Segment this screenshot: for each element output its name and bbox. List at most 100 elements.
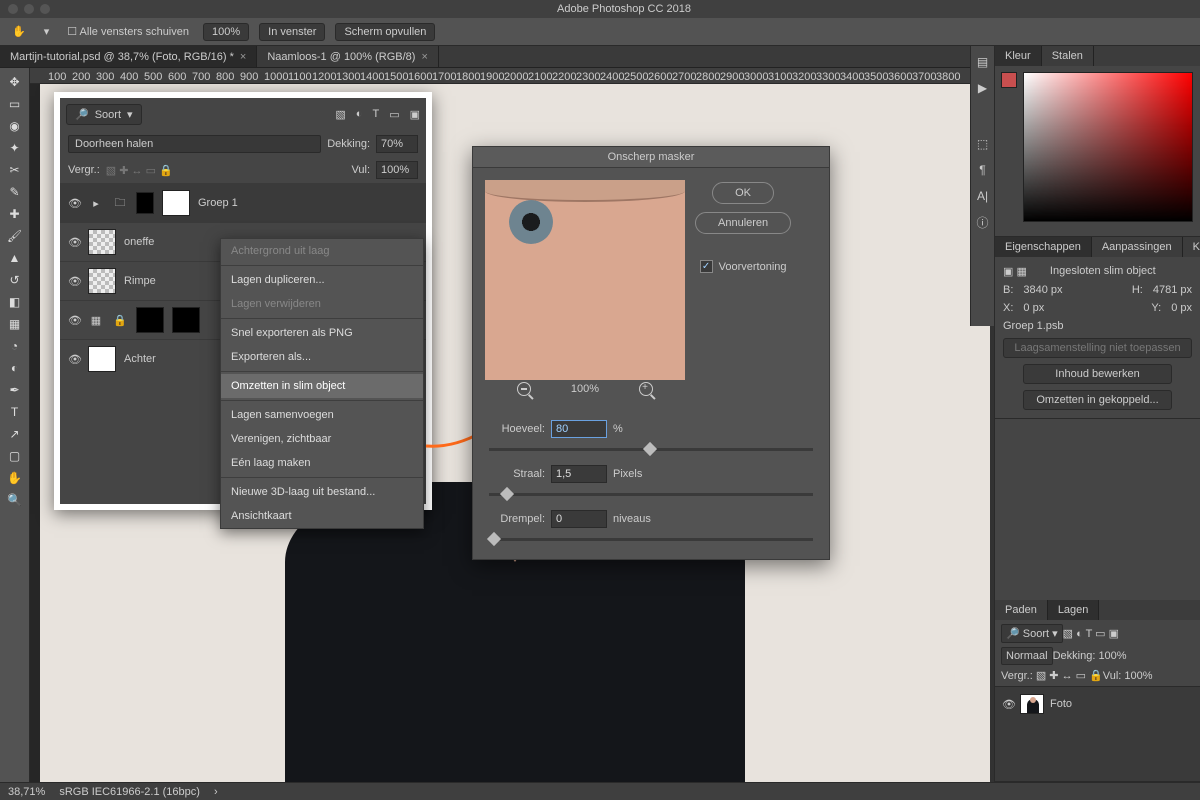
visibility-icon[interactable]: 👁 <box>68 314 80 327</box>
blend-mode-dropdown[interactable]: Normaal <box>1001 647 1053 665</box>
info-icon[interactable]: ⓘ <box>975 214 991 230</box>
gradient-tool-icon[interactable]: ▦ <box>3 314 27 334</box>
shape-tool-icon[interactable]: ▢ <box>3 446 27 466</box>
layer-filter-dropdown[interactable]: 🔎 Soort ▾ <box>66 104 142 125</box>
zoom-in-icon[interactable] <box>639 382 653 396</box>
cancel-button[interactable]: Annuleren <box>695 212 791 234</box>
zoom-out-icon[interactable] <box>517 382 531 396</box>
eraser-tool-icon[interactable]: ◧ <box>3 292 27 312</box>
history-tool-icon[interactable]: ↺ <box>3 270 27 290</box>
hand-tool-icon[interactable]: ✋ <box>8 23 30 40</box>
visibility-icon[interactable]: 👁 <box>68 353 80 366</box>
brush-icon[interactable]: ⬚ <box>975 136 991 152</box>
type-icon[interactable]: A| <box>975 188 991 204</box>
layer-thumbnail[interactable] <box>88 268 116 294</box>
threshold-input[interactable] <box>551 510 607 528</box>
hand-tool-icon[interactable]: ✋ <box>3 468 27 488</box>
dodge-tool-icon[interactable]: ◐ <box>3 358 27 378</box>
foreground-color-swatch[interactable] <box>1001 72 1017 88</box>
play-icon[interactable]: ▶ <box>975 80 991 96</box>
tab-swatches[interactable]: Stalen <box>1042 46 1094 66</box>
layer-thumbnail[interactable] <box>162 190 190 216</box>
tab-paths[interactable]: Paden <box>995 600 1048 620</box>
menu-3d-from-file[interactable]: Nieuwe 3D-laag uit bestand... <box>221 480 423 504</box>
traffic-max[interactable] <box>40 4 50 14</box>
close-icon[interactable]: × <box>240 51 246 63</box>
color-picker[interactable] <box>1023 72 1193 222</box>
visibility-icon[interactable]: 👁 <box>68 275 80 288</box>
amount-slider[interactable] <box>489 448 813 451</box>
tab-channels[interactable]: Kanalen <box>1183 237 1200 257</box>
tab-adjustments[interactable]: Aanpassingen <box>1092 237 1183 257</box>
layer-thumbnail[interactable] <box>88 346 116 372</box>
heal-tool-icon[interactable]: ✚ <box>3 204 27 224</box>
tab-color[interactable]: Kleur <box>995 46 1042 66</box>
menu-duplicate[interactable]: Lagen dupliceren... <box>221 268 423 292</box>
radius-input[interactable] <box>551 465 607 483</box>
scroll-all-checkbox[interactable]: ☐ Alle vensters schuiven <box>63 23 193 40</box>
opacity-field[interactable]: 70% <box>376 135 418 153</box>
amount-input[interactable] <box>551 420 607 438</box>
stamp-tool-icon[interactable]: ▲ <box>3 248 27 268</box>
tab-layers[interactable]: Lagen <box>1048 600 1100 620</box>
layer-thumbnail[interactable] <box>88 229 116 255</box>
menu-flatten[interactable]: Eén laag maken <box>221 451 423 475</box>
menu-postcard[interactable]: Ansichtkaart <box>221 504 423 528</box>
traffic-close[interactable] <box>8 4 18 14</box>
layercomp-dropdown[interactable]: Laagsamenstelling niet toepassen <box>1003 338 1192 358</box>
menu-export-as[interactable]: Exporteren als... <box>221 345 423 369</box>
crop-tool-icon[interactable]: ✂ <box>3 160 27 180</box>
tab-properties[interactable]: Eigenschappen <box>995 237 1092 257</box>
type-filter-icon[interactable]: T <box>372 108 379 121</box>
ok-button[interactable]: OK <box>712 182 774 204</box>
eyedropper-tool-icon[interactable]: ✎ <box>3 182 27 202</box>
layer-row[interactable]: 👁▸🗀Groep 1 <box>60 183 426 222</box>
edit-contents-button[interactable]: Inhoud bewerken <box>1023 364 1172 384</box>
preview-checkbox[interactable]: ✓Voorvertoning <box>700 260 787 273</box>
marquee-tool-icon[interactable]: ▭ <box>3 94 27 114</box>
close-icon[interactable]: × <box>421 51 427 63</box>
tab-doc-2[interactable]: Naamloos-1 @ 100% (RGB/8)× <box>257 46 439 67</box>
shape-filter-icon[interactable]: ▭ <box>389 108 399 121</box>
visibility-icon[interactable]: 👁 <box>68 236 80 249</box>
menu-export-png[interactable]: Snel exporteren als PNG <box>221 321 423 345</box>
layer-thumbnail[interactable] <box>172 307 200 333</box>
visibility-icon[interactable]: 👁 <box>1002 698 1014 711</box>
chevron-right-icon[interactable]: › <box>214 786 218 798</box>
filter-preview[interactable] <box>485 180 685 380</box>
layer-row[interactable]: 👁 Foto <box>999 691 1196 717</box>
layer-thumbnail[interactable] <box>1020 694 1044 714</box>
radius-slider[interactable] <box>489 493 813 496</box>
fill-screen-button[interactable]: Scherm opvullen <box>335 23 435 41</box>
zoom-100-button[interactable]: 100% <box>203 23 249 41</box>
threshold-slider[interactable] <box>489 538 813 541</box>
pixel-filter-icon[interactable]: ▧ <box>335 108 345 121</box>
convert-linked-button[interactable]: Omzetten in gekoppeld... <box>1023 390 1172 410</box>
pen-tool-icon[interactable]: ✒ <box>3 380 27 400</box>
status-zoom[interactable]: 38,71% <box>8 786 45 798</box>
tab-doc-1[interactable]: Martijn-tutorial.psd @ 38,7% (Foto, RGB/… <box>0 46 257 67</box>
fill-field[interactable]: 100% <box>376 161 418 179</box>
chevron-down-icon[interactable]: ▾ <box>40 23 54 40</box>
blend-mode-dropdown[interactable]: Doorheen halen <box>68 135 321 153</box>
visibility-icon[interactable]: 👁 <box>68 197 80 210</box>
lasso-tool-icon[interactable]: ◉ <box>3 116 27 136</box>
menu-merge[interactable]: Lagen samenvoegen <box>221 403 423 427</box>
move-tool-icon[interactable]: ✥ <box>3 72 27 92</box>
traffic-min[interactable] <box>24 4 34 14</box>
blur-tool-icon[interactable]: ◔ <box>3 336 27 356</box>
path-tool-icon[interactable]: ↗ <box>3 424 27 444</box>
brush-tool-icon[interactable]: 🖌 <box>3 226 27 246</box>
window-titlebar: Adobe Photoshop CC 2018 <box>0 0 1200 18</box>
wand-tool-icon[interactable]: ✦ <box>3 138 27 158</box>
fit-screen-button[interactable]: In venster <box>259 23 325 41</box>
zoom-tool-icon[interactable]: 🔍 <box>3 490 27 510</box>
history-icon[interactable]: ▤ <box>975 54 991 70</box>
layer-filter-dropdown[interactable]: 🔎 Soort ▾ <box>1001 624 1063 643</box>
smart-filter-icon[interactable]: ▣ <box>410 108 420 121</box>
type-tool-icon[interactable]: T <box>3 402 27 422</box>
menu-merge-visible[interactable]: Verenigen, zichtbaar <box>221 427 423 451</box>
menu-convert-smart[interactable]: Omzetten in slim object <box>221 374 423 398</box>
adjust-filter-icon[interactable]: ◐ <box>356 108 363 121</box>
char-icon[interactable]: ¶ <box>975 162 991 178</box>
